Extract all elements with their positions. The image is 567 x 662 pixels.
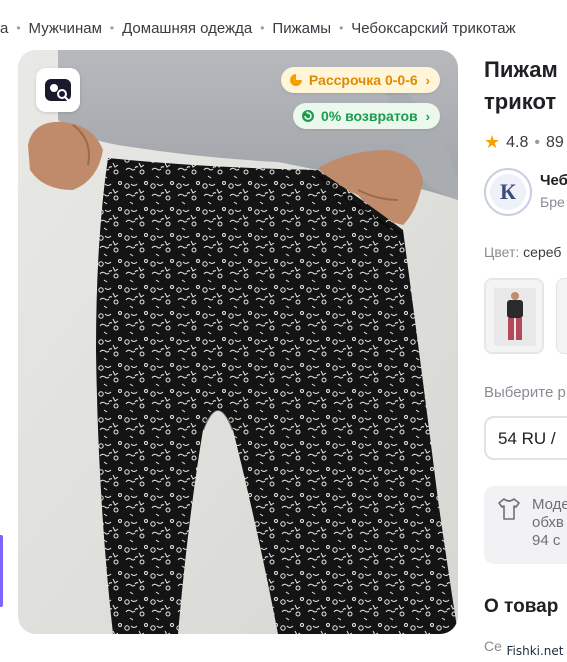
model-info-line1: Моде [532,496,567,513]
breadcrumb-separator: • [260,21,265,35]
tshirt-icon [498,498,520,520]
color-label-text: Цвет: [484,244,520,260]
breadcrumb: а • Мужчинам • Домашняя одежда • Пижамы … [0,15,516,41]
image-search-icon [45,79,71,102]
breadcrumb-item-pajamas[interactable]: Пижамы [272,20,331,37]
product-gallery[interactable]: Рассрочка 0-0-6 › 0% возвратов › [18,50,458,634]
image-search-button[interactable] [36,68,80,112]
chevron-right-icon: › [425,72,430,88]
product-title: Пижам трикот [484,54,567,118]
rating-row[interactable]: ★ 4.8 • 89 [484,132,564,153]
returns-label: 0% возвратов [321,108,418,124]
color-swatch[interactable] [556,278,567,354]
seller-name[interactable]: Чеб [540,172,567,189]
rating-separator: • [534,133,540,151]
breadcrumb-item-men[interactable]: Мужчинам [29,20,102,37]
seller-logo: К [484,168,532,216]
returns-badge[interactable]: 0% возвратов › [293,103,440,129]
breadcrumb-item-homewear[interactable]: Домашняя одежда [122,20,252,37]
breadcrumb-separator: • [339,21,344,35]
installment-badge[interactable]: Рассрочка 0-0-6 › [280,67,440,93]
thumbnail-selected-indicator[interactable] [0,535,3,607]
breadcrumb-separator: • [16,21,21,35]
about-product-heading: О товар [484,596,559,617]
model-info-box: Моде обхв 94 с [484,486,567,564]
model-info-line3: 94 с [532,532,561,549]
breadcrumb-separator: • [109,21,115,35]
model-info-line2: обхв [532,514,564,531]
returns-icon [302,110,314,122]
product-title-line2: трикот [484,89,557,114]
watermark-logo: Fishki.net [503,640,567,662]
seller-logo-icon: К [490,174,526,210]
installment-label: Рассрочка 0-0-6 [308,72,418,88]
swatch-thumbnail [557,279,567,353]
product-title-line1: Пижам [484,57,558,82]
pie-chart-icon [289,74,302,86]
size-select[interactable]: 54 RU / [484,416,567,460]
color-label: Цвет: сереб [484,244,561,260]
star-icon: ★ [484,132,501,152]
svg-text:К: К [500,179,516,204]
about-product-subtext: Се [484,638,502,654]
chevron-right-icon: › [425,108,430,124]
color-swatch-selected[interactable] [484,278,544,354]
color-value: сереб [523,244,562,260]
model-info-text: Моде обхв 94 с [532,496,567,550]
size-label: Выберите р [484,384,566,401]
breadcrumb-item-brand[interactable]: Чебоксарский трикотаж [351,20,515,37]
seller-card[interactable]: К Чеб Бре [484,168,567,220]
seller-subtitle: Бре [540,194,565,210]
reviews-count: 89 [546,133,564,151]
rating-value: 4.8 [506,133,529,151]
product-info-panel: Пижам трикот ★ 4.8 • 89 К Чеб Бре Цвет: … [484,50,567,662]
product-photo [18,50,458,634]
swatch-thumbnail [486,280,542,352]
breadcrumb-item-prev[interactable]: а [0,20,8,37]
